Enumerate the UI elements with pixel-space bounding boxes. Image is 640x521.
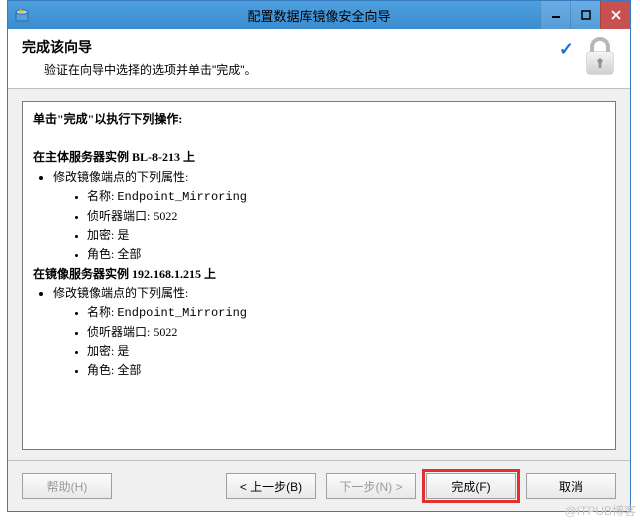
summary-intro: 单击"完成"以执行下列操作: <box>33 110 605 129</box>
m-port-line: 侦听器端口: 5022 <box>87 323 605 342</box>
principal-heading: 在主体服务器实例 BL-8-213 上 <box>33 148 605 167</box>
m-name-line: 名称: Endpoint_Mirroring <box>87 303 605 323</box>
checkmark-icon: ✓ <box>559 39 574 60</box>
mirror-modify-line: 修改镜像端点的下列属性: <box>53 284 605 303</box>
m-role-line: 角色: 全部 <box>87 361 605 380</box>
summary-box: 单击"完成"以执行下列操作: 在主体服务器实例 BL-8-213 上 修改镜像端… <box>22 101 616 450</box>
minimize-button[interactable] <box>540 1 570 29</box>
page-subtitle: 验证在向导中选择的选项并单击"完成"。 <box>44 61 616 78</box>
button-row: 帮助(H) < 上一步(B) 下一步(N) > 完成(F) 取消 <box>8 460 630 511</box>
p-role-line: 角色: 全部 <box>87 245 605 264</box>
back-button[interactable]: < 上一步(B) <box>226 473 316 499</box>
wizard-window: 配置数据库镜像安全向导 完成该向导 验证在向导中选择的选项并单击"完成"。 ✓ <box>7 0 631 512</box>
principal-modify-line: 修改镜像端点的下列属性: <box>53 168 605 187</box>
page-title: 完成该向导 <box>22 37 616 57</box>
window-controls <box>540 1 630 29</box>
cancel-button[interactable]: 取消 <box>526 473 616 499</box>
p-port-line: 侦听器端口: 5022 <box>87 207 605 226</box>
m-enc-line: 加密: 是 <box>87 342 605 361</box>
close-button[interactable] <box>600 1 630 29</box>
p-name-line: 名称: Endpoint_Mirroring <box>87 187 605 207</box>
title-bar: 配置数据库镜像安全向导 <box>8 1 630 29</box>
content-area: 单击"完成"以执行下列操作: 在主体服务器实例 BL-8-213 上 修改镜像端… <box>8 89 630 460</box>
window-title: 配置数据库镜像安全向导 <box>8 6 630 25</box>
wizard-header: 完成该向导 验证在向导中选择的选项并单击"完成"。 ✓ <box>8 29 630 89</box>
help-button[interactable]: 帮助(H) <box>22 473 112 499</box>
maximize-button[interactable] <box>570 1 600 29</box>
p-enc-line: 加密: 是 <box>87 226 605 245</box>
next-button: 下一步(N) > <box>326 473 416 499</box>
mirror-heading: 在镜像服务器实例 192.168.1.215 上 <box>33 265 605 284</box>
lock-icon <box>580 35 620 82</box>
app-icon <box>14 7 30 23</box>
finish-button[interactable]: 完成(F) <box>426 473 516 499</box>
watermark: @ITPUB博客 <box>564 502 636 519</box>
